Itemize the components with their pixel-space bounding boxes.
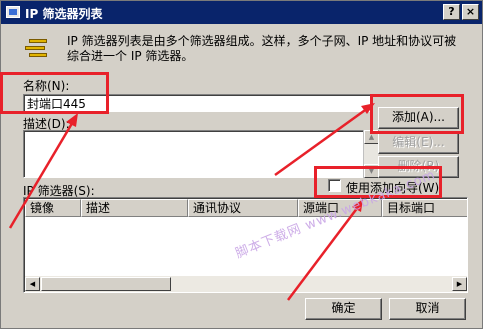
list-horizontal-scrollbar[interactable]: ◀ ▶ <box>25 276 467 292</box>
highlight-add-box <box>370 94 464 134</box>
scroll-right-icon[interactable]: ▶ <box>452 277 467 291</box>
window-title: IP 筛选器列表 <box>25 7 103 21</box>
title-bar[interactable]: IP 筛选器列表 ? × <box>1 1 482 24</box>
column-destination-port[interactable]: 目标端口 <box>382 199 467 217</box>
close-button[interactable]: × <box>462 4 479 20</box>
cancel-button[interactable]: 取消 <box>389 298 466 320</box>
filter-list-illustration-icon <box>23 37 51 63</box>
column-protocol[interactable]: 通讯协议 <box>188 199 298 217</box>
highlight-name-box <box>0 72 109 114</box>
ok-button[interactable]: 确定 <box>305 298 382 320</box>
help-button[interactable]: ? <box>443 4 460 20</box>
edit-button[interactable]: 编辑(E)... <box>378 132 459 154</box>
filter-list-icon <box>6 6 20 18</box>
column-mirrored[interactable]: 镜像 <box>25 199 81 217</box>
ip-filter-list-dialog: IP 筛选器列表 ? × IP 筛选器列表是由多个筛选器组成。这样，多个子网、I… <box>0 0 483 329</box>
list-header: 镜像 描述 通讯协议 源端口 目标端口 <box>25 199 467 217</box>
column-description[interactable]: 描述 <box>81 199 188 217</box>
scroll-thumb[interactable] <box>41 277 171 291</box>
dialog-description: IP 筛选器列表是由多个筛选器组成。这样，多个子网、IP 地址和协议可被综合进一… <box>67 34 457 63</box>
scroll-left-icon[interactable]: ◀ <box>25 277 40 291</box>
